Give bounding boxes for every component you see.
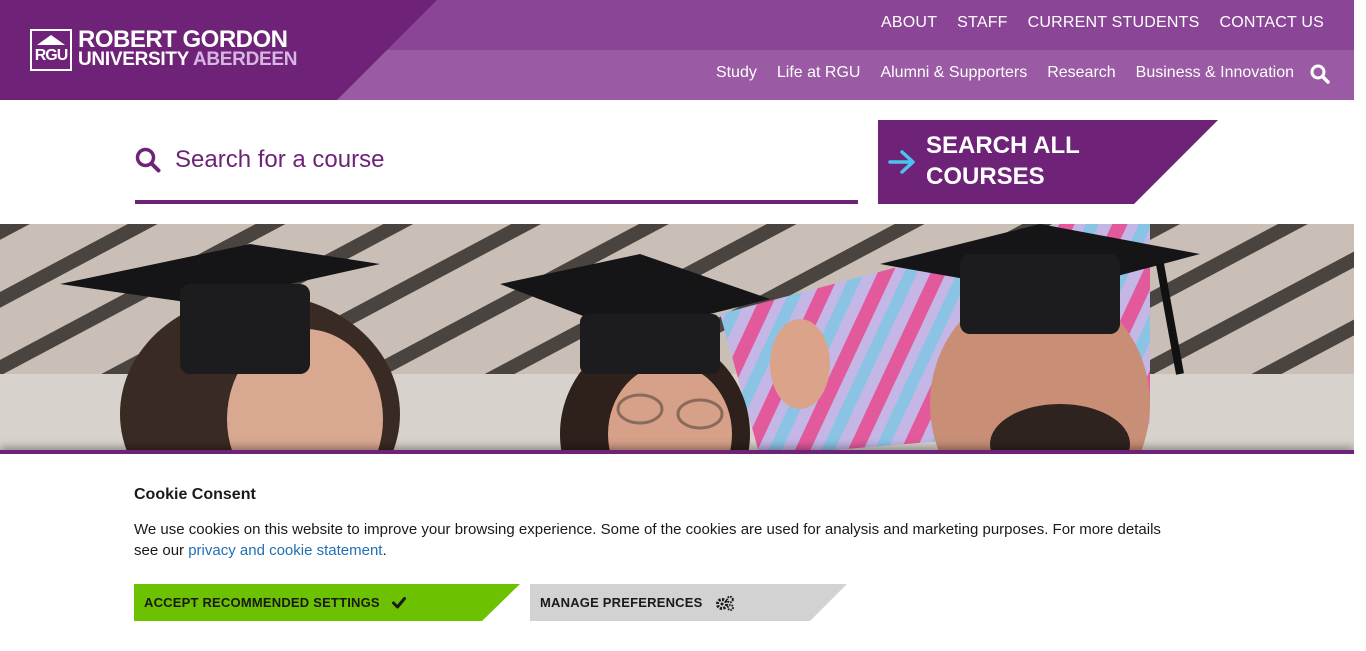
nav-study-link[interactable]: Study [716, 64, 757, 82]
accept-recommended-settings-button[interactable]: ACCEPT RECOMMENDED SETTINGS [134, 584, 520, 621]
course-search-bar [135, 132, 858, 204]
nav-life-at-rgu-link[interactable]: Life at RGU [777, 64, 861, 82]
privacy-cookie-statement-link[interactable]: privacy and cookie statement [188, 542, 382, 559]
search-icon [135, 147, 161, 173]
manage-preferences-button[interactable]: MANAGE PREFERENCES [530, 584, 847, 621]
nav-current-students-link[interactable]: CURRENT STUDENTS [1028, 14, 1200, 32]
nav-business-link[interactable]: Business & Innovation [1136, 64, 1294, 82]
nav-alumni-link[interactable]: Alumni & Supporters [880, 64, 1027, 82]
check-icon [391, 596, 406, 608]
site-header: RGU ROBERT GORDON UNIVERSITY ABERDEEN AB… [0, 0, 1354, 100]
nav-contact-us-link[interactable]: CONTACT US [1219, 14, 1324, 32]
cookie-consent-title: Cookie Consent [134, 486, 256, 503]
search-all-courses-label: SEARCH ALL COURSES [926, 132, 1080, 190]
main-nav: Study Life at RGU Alumni & Supporters Re… [716, 64, 1294, 82]
cookie-consent-text: We use cookies on this website to improv… [134, 521, 1161, 559]
logo-university: UNIVERSITY [78, 49, 189, 70]
rgu-logo[interactable]: RGU ROBERT GORDON UNIVERSITY ABERDEEN [30, 26, 298, 73]
course-search-input[interactable] [175, 140, 835, 180]
logo-aberdeen: ABERDEEN [192, 49, 298, 70]
search-all-courses-button[interactable]: SEARCH ALL COURSES [878, 120, 1218, 204]
utility-nav: ABOUT STAFF CURRENT STUDENTS CONTACT US [881, 14, 1324, 32]
arrow-right-icon [888, 150, 915, 174]
rgu-logo-mark: RGU [30, 29, 72, 71]
cookie-consent-banner: Cookie Consent We use cookies on this we… [0, 450, 1354, 651]
search-icon[interactable] [1310, 64, 1330, 84]
hero-graduates-image [0, 224, 1354, 456]
logo-wordmark: ROBERT GORDON UNIVERSITY ABERDEEN [78, 26, 298, 70]
page-scroll-gutter [1354, 0, 1366, 651]
nav-research-link[interactable]: Research [1047, 64, 1115, 82]
gears-icon [715, 595, 734, 611]
nav-about-link[interactable]: ABOUT [881, 14, 937, 32]
nav-staff-link[interactable]: STAFF [957, 14, 1007, 32]
